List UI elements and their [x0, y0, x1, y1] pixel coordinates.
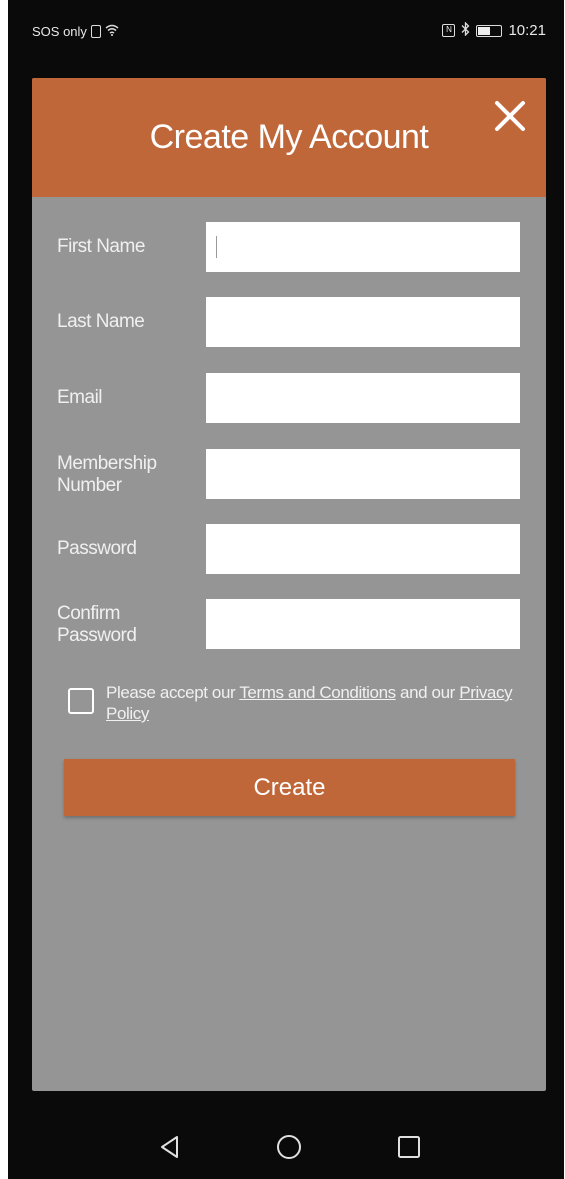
dialog-title: Create My Account: [149, 118, 429, 156]
sim-icon: [90, 25, 101, 38]
confirm-password-row: Confirm Password: [32, 599, 546, 651]
recents-button[interactable]: [394, 1132, 424, 1162]
home-button[interactable]: [274, 1132, 304, 1162]
first-name-label: First Name: [57, 236, 145, 257]
clock-text: 10:21: [508, 22, 546, 39]
terms-row: Please accept our Terms and Conditions a…: [68, 682, 528, 726]
last-name-label: Last Name: [57, 311, 145, 332]
back-icon: [161, 1136, 178, 1158]
close-icon: [495, 101, 525, 131]
membership-number-row: Membership Number: [32, 449, 546, 501]
password-label: Password: [57, 538, 137, 559]
wifi-icon: [105, 24, 119, 39]
close-button[interactable]: [492, 98, 528, 134]
terms-text: Please accept our Terms and Conditions a…: [106, 682, 516, 724]
email-label: Email: [57, 387, 103, 408]
carrier-text: SOS only: [32, 24, 87, 39]
nfc-icon: N: [442, 24, 456, 37]
last-name-row: Last Name: [32, 297, 546, 349]
phone-screen: SOS only N 10:21 Create My Account First…: [8, 0, 564, 1179]
confirm-password-label: Confirm Password: [57, 603, 137, 646]
status-right: N 10:21: [442, 21, 546, 39]
navigation-bar: [8, 1100, 564, 1179]
create-button[interactable]: Create: [64, 759, 515, 816]
back-button[interactable]: [155, 1132, 185, 1162]
terms-checkbox[interactable]: [68, 688, 94, 714]
membership-number-label: Membership Number: [57, 453, 157, 496]
dialog-header: Create My Account: [32, 78, 546, 197]
terms-and-conditions-link[interactable]: Terms and Conditions: [239, 683, 396, 702]
create-account-dialog: Create My Account First Name Last Name E…: [32, 78, 546, 1091]
text-caret: [216, 236, 217, 258]
first-name-row: First Name: [32, 222, 546, 274]
last-name-field[interactable]: [206, 297, 520, 347]
confirm-password-field[interactable]: [206, 599, 520, 649]
status-left: SOS only: [32, 24, 119, 39]
terms-middle: and our: [395, 683, 460, 702]
status-bar: SOS only N 10:21: [8, 0, 564, 62]
email-row: Email: [32, 373, 546, 425]
home-icon: [277, 1135, 301, 1159]
first-name-field[interactable]: [206, 222, 520, 272]
membership-number-field[interactable]: [206, 449, 520, 499]
password-row: Password: [32, 524, 546, 576]
battery-icon: [476, 24, 503, 37]
bluetooth-icon: [461, 21, 470, 39]
password-field[interactable]: [206, 524, 520, 574]
terms-prefix: Please accept our: [106, 683, 240, 702]
recents-icon: [398, 1136, 420, 1158]
email-field[interactable]: [206, 373, 520, 423]
